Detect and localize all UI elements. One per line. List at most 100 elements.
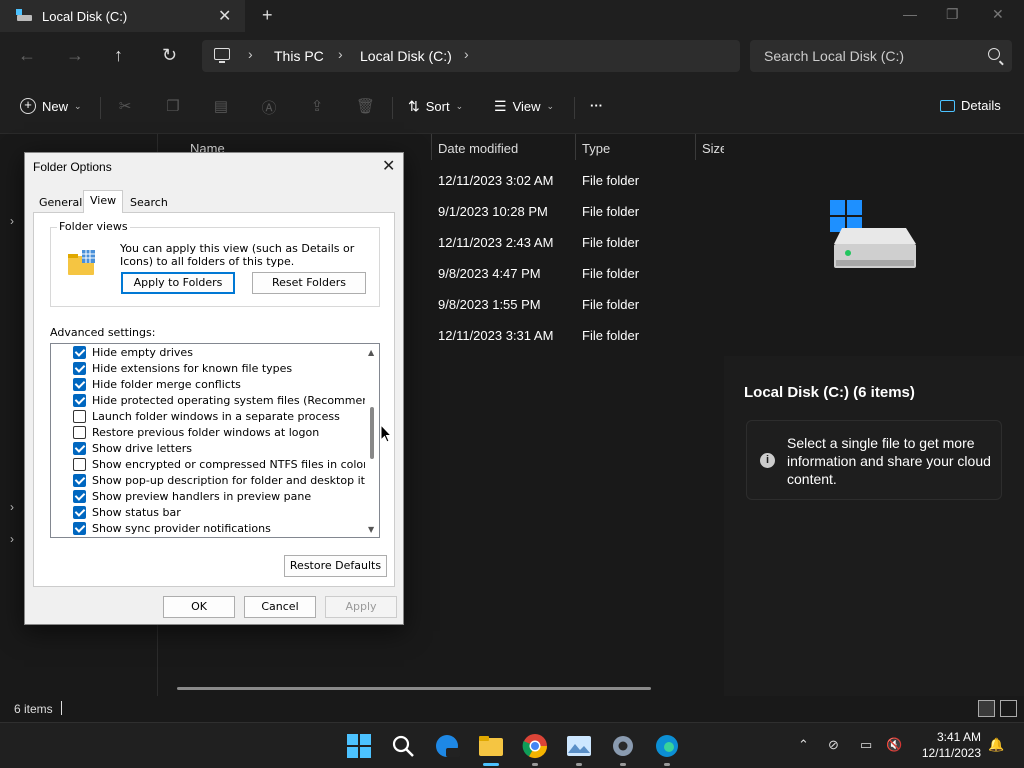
cancel-button[interactable]: Cancel [244, 596, 316, 618]
setting-hide-extensions[interactable]: Hide extensions for known file types [73, 360, 292, 376]
search-input[interactable]: Search Local Disk (C:) [764, 48, 904, 64]
setting-show-popup-description[interactable]: Show pop-up description for folder and d… [73, 472, 379, 488]
search-box[interactable]: Search Local Disk (C:) [750, 40, 1012, 72]
checkbox[interactable] [73, 489, 86, 503]
setting-show-status-bar[interactable]: Show status bar [73, 504, 181, 520]
forward-icon[interactable]: → [66, 45, 84, 66]
setting-hide-empty-drives[interactable]: Hide empty drives [73, 344, 193, 360]
scroll-thumb[interactable] [370, 407, 374, 459]
checkbox[interactable] [73, 473, 86, 487]
chevron-up-icon[interactable]: ⌃ [798, 737, 809, 753]
chrome-icon[interactable] [522, 733, 548, 759]
share-icon[interactable]: ⇪ [308, 97, 326, 115]
monitor-icon[interactable]: ▭ [860, 737, 872, 753]
tab-search[interactable]: Search [124, 193, 174, 213]
setting-show-preview-handlers[interactable]: Show preview handlers in preview pane [73, 488, 311, 504]
delete-icon[interactable]: 🗑 [356, 97, 375, 115]
chevron-right-icon[interactable]: › [338, 46, 343, 62]
back-icon[interactable]: ← [18, 45, 36, 66]
notification-bell-icon[interactable]: 🔔 [988, 737, 1004, 753]
column-header-date[interactable]: Date modified [438, 141, 518, 156]
checkbox[interactable] [73, 505, 86, 519]
close-icon[interactable]: ✕ [382, 156, 395, 175]
close-window-icon[interactable]: ✕ [992, 6, 1004, 23]
minimize-icon[interactable]: — [903, 6, 917, 22]
chevron-right-icon[interactable]: › [248, 46, 253, 62]
start-icon[interactable] [346, 733, 372, 759]
chevron-right-icon[interactable]: › [10, 500, 14, 514]
row-date[interactable]: 9/1/2023 10:28 PM [438, 204, 548, 219]
checkbox[interactable] [73, 409, 86, 423]
search-icon[interactable] [390, 733, 416, 759]
address-bar[interactable]: › This PC › Local Disk (C:) › [202, 40, 740, 72]
tab-local-disk[interactable]: Local Disk (C:) ✕ [0, 0, 245, 32]
column-divider[interactable] [575, 134, 576, 160]
setting-show-encrypted-color[interactable]: Show encrypted or compressed NTFS files … [73, 456, 368, 472]
row-type[interactable]: File folder [582, 173, 639, 188]
refresh-icon[interactable]: ↻ [162, 45, 177, 66]
chevron-right-icon[interactable]: › [10, 214, 14, 228]
edge-icon[interactable] [654, 733, 680, 759]
checkbox[interactable] [73, 393, 86, 407]
row-type[interactable]: File folder [582, 297, 639, 312]
column-divider[interactable] [695, 134, 696, 160]
setting-show-drive-letters[interactable]: Show drive letters [73, 440, 192, 456]
large-icons-view-icon[interactable] [1000, 700, 1017, 717]
volume-muted-icon[interactable]: 🔇 [886, 737, 902, 753]
ok-button[interactable]: OK [163, 596, 235, 618]
search-icon[interactable] [988, 48, 1000, 60]
column-header-type[interactable]: Type [582, 141, 610, 156]
details-button[interactable]: Details [940, 98, 1001, 113]
breadcrumb-local-disk[interactable]: Local Disk (C:) [360, 48, 452, 64]
setting-hide-merge-conflicts[interactable]: Hide folder merge conflicts [73, 376, 241, 392]
clock[interactable]: 3:41 AM 12/11/2023 [916, 729, 981, 761]
file-explorer-icon[interactable] [478, 733, 504, 759]
row-date[interactable]: 12/11/2023 3:02 AM [438, 173, 553, 188]
up-icon[interactable]: ↑ [114, 45, 123, 66]
new-tab-button[interactable]: + [262, 5, 273, 26]
checkbox[interactable] [73, 521, 86, 535]
checkbox[interactable] [73, 457, 86, 471]
close-tab-icon[interactable]: ✕ [218, 6, 231, 26]
tab-general[interactable]: General [33, 193, 88, 213]
horizontal-scrollbar[interactable] [177, 687, 651, 690]
apply-to-folders-button[interactable]: Apply to Folders [121, 272, 235, 294]
chevron-right-icon[interactable]: › [10, 532, 14, 546]
scroll-up-icon[interactable]: ▲ [368, 348, 374, 357]
rename-icon[interactable]: Ⓐ [260, 97, 278, 117]
chevron-right-icon[interactable]: › [464, 46, 469, 62]
settings-icon[interactable] [610, 733, 636, 759]
more-options-icon[interactable]: ··· [590, 98, 603, 113]
row-type[interactable]: File folder [582, 204, 639, 219]
details-view-icon[interactable] [978, 700, 995, 717]
row-date[interactable]: 12/11/2023 3:31 AM [438, 328, 553, 343]
settings-scrollbar[interactable]: ▲ ▼ [365, 344, 379, 537]
reset-folders-button[interactable]: Reset Folders [252, 272, 366, 294]
setting-restore-previous-windows[interactable]: Restore previous folder windows at logon [73, 424, 319, 440]
new-button[interactable]: + New ⌄ [20, 98, 82, 114]
column-divider[interactable] [431, 134, 432, 160]
sort-button[interactable]: ⇅ Sort ⌄ [408, 98, 463, 115]
checkbox[interactable] [73, 345, 86, 359]
cut-icon[interactable]: ✂ [116, 97, 134, 115]
scroll-down-icon[interactable]: ▼ [368, 525, 374, 534]
photos-icon[interactable] [566, 733, 592, 759]
maximize-icon[interactable]: ❐ [946, 6, 959, 23]
advanced-settings-list[interactable]: Hide empty drives Hide extensions for kn… [50, 343, 380, 538]
checkbox[interactable] [73, 377, 86, 391]
setting-launch-separate-process[interactable]: Launch folder windows in a separate proc… [73, 408, 340, 424]
restore-defaults-button[interactable]: Restore Defaults [284, 555, 387, 577]
copy-icon[interactable]: ❐ [164, 97, 182, 115]
paste-icon[interactable]: ▤ [212, 97, 230, 115]
checkbox[interactable] [73, 441, 86, 455]
tab-view[interactable]: View [83, 190, 124, 213]
checkbox[interactable] [73, 361, 86, 375]
breadcrumb-this-pc[interactable]: This PC [274, 48, 324, 64]
row-date[interactable]: 9/8/2023 4:47 PM [438, 266, 541, 281]
network-disconnected-icon[interactable]: ⊘ [828, 737, 839, 753]
checkbox[interactable] [73, 425, 86, 439]
apply-button[interactable]: Apply [325, 596, 397, 618]
edge-beta-icon[interactable] [434, 733, 460, 759]
row-type[interactable]: File folder [582, 266, 639, 281]
setting-show-sync-notifications[interactable]: Show sync provider notifications [73, 520, 271, 536]
